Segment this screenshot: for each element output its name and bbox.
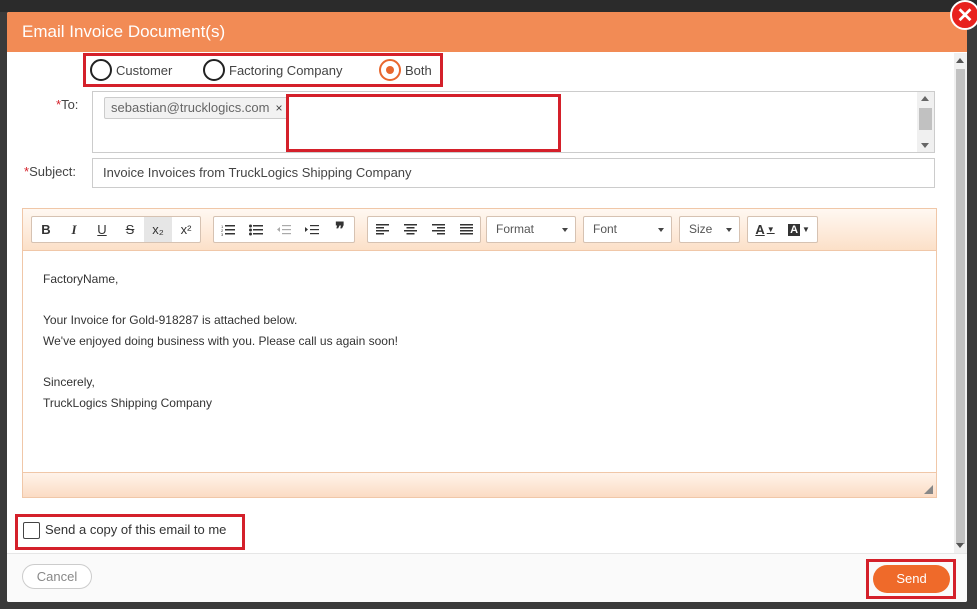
format-dropdown[interactable]: Format xyxy=(486,216,576,243)
strikethrough-button[interactable]: S xyxy=(116,217,144,242)
numbered-list-icon[interactable]: 123 xyxy=(214,217,242,242)
italic-button[interactable]: I xyxy=(60,217,88,242)
radio-label: Customer xyxy=(116,62,173,78)
bulleted-list-icon[interactable] xyxy=(242,217,270,242)
body-line: TruckLogics Shipping Company xyxy=(43,395,212,410)
editor-toolbar: B I U S x₂ x² 123 ❞ Format Font Size A ▼… xyxy=(23,209,936,251)
scroll-thumb[interactable] xyxy=(956,69,965,544)
dialog-scrollbar[interactable] xyxy=(954,53,967,553)
list-group: 123 ❞ xyxy=(213,216,355,243)
radio-customer[interactable]: Customer xyxy=(90,59,172,81)
scroll-thumb[interactable] xyxy=(919,108,932,130)
to-label: *To: xyxy=(56,97,79,112)
dialog-header: Email Invoice Document(s) xyxy=(7,12,967,52)
close-icon[interactable]: ✕ xyxy=(950,0,977,30)
chevron-down-icon xyxy=(658,228,664,232)
underline-button[interactable]: U xyxy=(88,217,116,242)
scroll-down-icon[interactable] xyxy=(956,543,964,548)
text-color-button[interactable]: A ▼ xyxy=(748,217,782,242)
color-group: A ▼ A ▼ xyxy=(747,216,818,243)
text-style-group: B I U S x₂ x² xyxy=(31,216,201,243)
bold-button[interactable]: B xyxy=(32,217,60,242)
scroll-up-icon[interactable] xyxy=(921,96,929,101)
chevron-down-icon xyxy=(726,228,732,232)
resize-grip-icon[interactable] xyxy=(924,485,933,494)
scroll-up-icon[interactable] xyxy=(956,58,964,63)
page-backdrop xyxy=(0,0,977,12)
radio-both[interactable]: Both xyxy=(379,59,432,81)
chevron-down-icon xyxy=(562,228,568,232)
to-field-scrollbar[interactable] xyxy=(917,92,934,152)
body-line: Your Invoice for Gold-918287 is attached… xyxy=(43,313,298,328)
radio-circle[interactable] xyxy=(90,59,112,81)
radio-label: Both xyxy=(405,62,432,78)
body-line: FactoryName, xyxy=(43,272,119,286)
subject-input[interactable]: Invoice Invoices from TruckLogics Shippi… xyxy=(92,158,935,188)
remove-tag-icon[interactable]: × xyxy=(275,101,282,115)
send-copy-checkbox[interactable] xyxy=(23,522,40,539)
recipient-tag: sebastian@trucklogics.com × xyxy=(104,97,290,119)
send-button[interactable]: Send xyxy=(873,565,950,593)
rich-text-editor[interactable]: B I U S x₂ x² 123 ❞ Format Font Size A ▼… xyxy=(22,208,937,498)
outdent-icon[interactable] xyxy=(270,217,298,242)
align-left-icon[interactable] xyxy=(368,217,396,242)
blockquote-icon[interactable]: ❞ xyxy=(326,217,354,242)
radio-circle[interactable] xyxy=(203,59,225,81)
subject-label: *Subject: xyxy=(24,164,77,179)
superscript-button[interactable]: x² xyxy=(172,217,200,242)
cancel-button[interactable]: Cancel xyxy=(22,564,92,589)
editor-content[interactable]: FactoryName, Your Invoice for Gold-91828… xyxy=(43,269,398,413)
alignment-group xyxy=(367,216,481,243)
body-line xyxy=(43,290,398,311)
svg-text:3: 3 xyxy=(221,232,224,236)
align-center-icon[interactable] xyxy=(396,217,424,242)
subscript-button[interactable]: x₂ xyxy=(144,217,172,242)
body-line: Sincerely, xyxy=(43,374,95,389)
editor-statusbar xyxy=(23,472,936,497)
size-dropdown[interactable]: Size xyxy=(679,216,740,243)
to-input-highlight[interactable] xyxy=(286,94,561,152)
justify-icon[interactable] xyxy=(452,217,480,242)
body-line xyxy=(43,351,398,372)
email-invoice-dialog: Email Invoice Document(s) Customer Facto… xyxy=(7,12,967,602)
align-right-icon[interactable] xyxy=(424,217,452,242)
body-line: We've enjoyed doing business with you. P… xyxy=(43,333,398,348)
indent-icon[interactable] xyxy=(298,217,326,242)
send-copy-label[interactable]: Send a copy of this email to me xyxy=(45,522,226,537)
font-dropdown[interactable]: Font xyxy=(583,216,672,243)
background-color-button[interactable]: A ▼ xyxy=(782,217,816,242)
scroll-down-icon[interactable] xyxy=(921,143,929,148)
radio-factoring-company[interactable]: Factoring Company xyxy=(203,59,342,81)
dialog-footer: Cancel Send xyxy=(7,553,967,602)
radio-circle-selected[interactable] xyxy=(379,59,401,81)
dialog-title: Email Invoice Document(s) xyxy=(22,22,226,41)
radio-label: Factoring Company xyxy=(229,62,343,78)
